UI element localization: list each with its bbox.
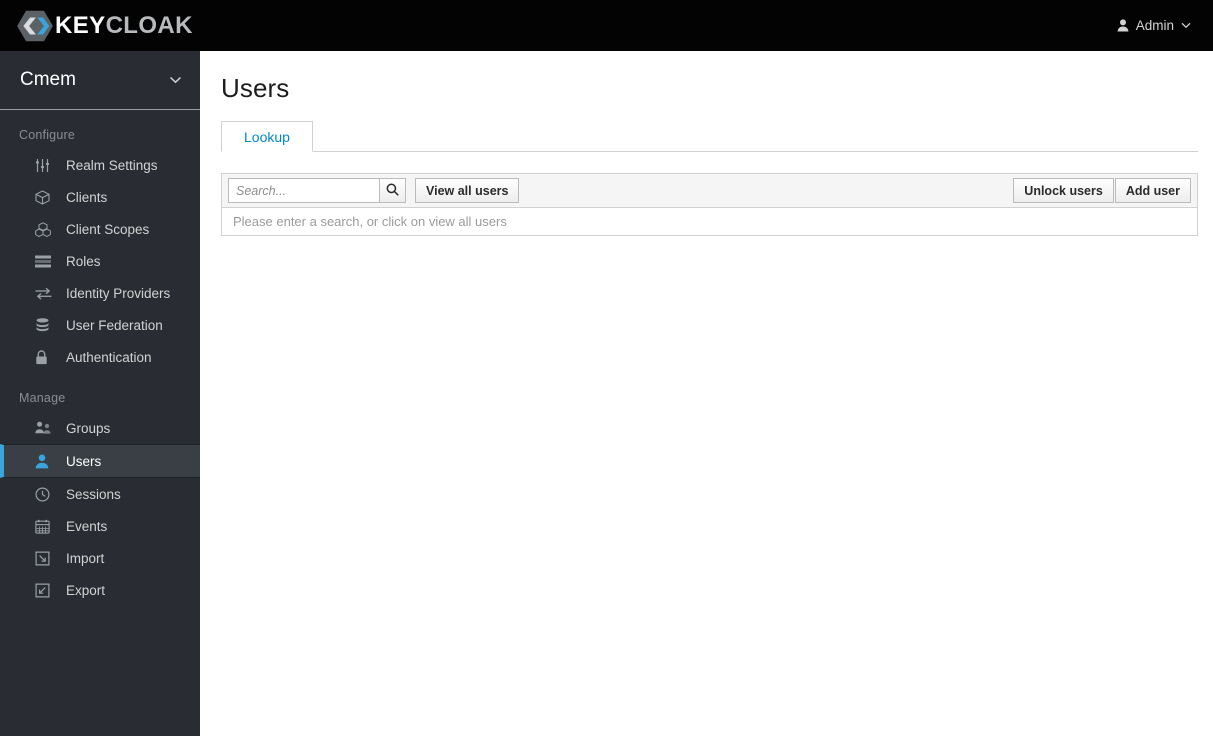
sidebar-item-clients[interactable]: Clients xyxy=(0,181,200,213)
cube-icon xyxy=(35,189,57,205)
add-user-button[interactable]: Add user xyxy=(1114,178,1191,203)
view-all-users-button[interactable]: View all users xyxy=(415,178,520,203)
sidebar-item-label: Export xyxy=(66,582,106,598)
tab-bar: Lookup xyxy=(221,121,1198,152)
cubes-icon xyxy=(35,221,57,237)
sidebar-item-label: Users xyxy=(66,453,102,469)
toolbar-right-group: Unlock users Add user xyxy=(1013,178,1191,203)
user-icon xyxy=(35,454,57,469)
sidebar-item-realm-settings[interactable]: Realm Settings xyxy=(0,149,200,181)
chevron-down-icon xyxy=(169,71,182,89)
sliders-icon xyxy=(35,158,57,173)
sidebar-item-label: Client Scopes xyxy=(66,221,150,237)
sidebar-item-authentication[interactable]: Authentication xyxy=(0,341,200,373)
nav-section-title-manage: Manage xyxy=(19,391,66,405)
sidebar-item-label: Events xyxy=(66,518,108,534)
sidebar-item-groups[interactable]: Groups xyxy=(0,412,200,444)
lock-icon xyxy=(35,349,57,365)
users-toolbar: View all users Unlock users Add user xyxy=(221,173,1198,208)
main-content: Users Lookup View all users xyxy=(200,51,1213,736)
list-bars-icon xyxy=(35,255,57,268)
sidebar-item-label: Realm Settings xyxy=(66,157,158,173)
nav-section-title-configure: Configure xyxy=(19,128,75,142)
sidebar-item-identity-providers[interactable]: Identity Providers xyxy=(0,277,200,309)
sidebar-item-label: Groups xyxy=(66,420,111,436)
empty-state-message: Please enter a search, or click on view … xyxy=(221,208,1198,236)
sidebar-item-label: User Federation xyxy=(66,317,163,333)
realm-name: Cmem xyxy=(20,69,76,90)
sidebar-item-import[interactable]: Import xyxy=(0,542,200,574)
page-title: Users xyxy=(221,73,290,103)
tab-label: Lookup xyxy=(244,128,290,145)
sidebar-item-users[interactable]: Users xyxy=(0,444,200,478)
sidebar-item-label: Identity Providers xyxy=(66,285,171,301)
import-arrow-icon xyxy=(35,551,57,566)
database-icon xyxy=(35,317,57,333)
sidebar-item-label: Import xyxy=(66,550,105,566)
toolbar-left-group: View all users xyxy=(228,178,520,203)
user-menu-label: Admin xyxy=(1135,18,1174,33)
users-group-icon xyxy=(35,421,57,435)
user-menu-button[interactable]: Admin xyxy=(1117,0,1213,51)
sidebar-item-export[interactable]: Export xyxy=(0,574,200,606)
brand-wordmark: KEYCLOAK xyxy=(55,11,193,39)
sidebar-item-label: Authentication xyxy=(66,349,152,365)
sidebar: Cmem Configure Realm Settings Clients Cl… xyxy=(0,51,200,736)
calendar-icon xyxy=(35,519,57,534)
chevron-down-icon xyxy=(1181,22,1191,29)
sidebar-item-label: Roles xyxy=(66,253,101,269)
search-group xyxy=(228,178,406,203)
search-input[interactable] xyxy=(228,178,379,203)
clock-icon xyxy=(35,486,57,502)
sidebar-item-label: Clients xyxy=(66,189,108,205)
keycloak-hexagon-logo-icon xyxy=(17,9,53,43)
search-button[interactable] xyxy=(379,178,406,203)
sidebar-item-events[interactable]: Events xyxy=(0,510,200,542)
export-arrow-icon xyxy=(35,583,57,598)
masthead: KEYCLOAK Admin xyxy=(0,0,1213,51)
user-icon xyxy=(1117,19,1129,32)
brand-text-secondary: CLOAK xyxy=(105,11,193,39)
realm-selector[interactable]: Cmem xyxy=(0,51,200,110)
tab-lookup[interactable]: Lookup xyxy=(221,121,313,152)
sidebar-item-sessions[interactable]: Sessions xyxy=(0,478,200,510)
unlock-users-button[interactable]: Unlock users xyxy=(1013,178,1114,203)
brand-text-primary: KEY xyxy=(55,11,106,39)
exchange-arrows-icon xyxy=(35,287,57,300)
brand-logo-link[interactable]: KEYCLOAK xyxy=(0,9,193,43)
sidebar-item-user-federation[interactable]: User Federation xyxy=(0,309,200,341)
search-icon xyxy=(386,183,399,199)
sidebar-item-client-scopes[interactable]: Client Scopes xyxy=(0,213,200,245)
sidebar-item-roles[interactable]: Roles xyxy=(0,245,200,277)
sidebar-item-label: Sessions xyxy=(66,486,121,502)
